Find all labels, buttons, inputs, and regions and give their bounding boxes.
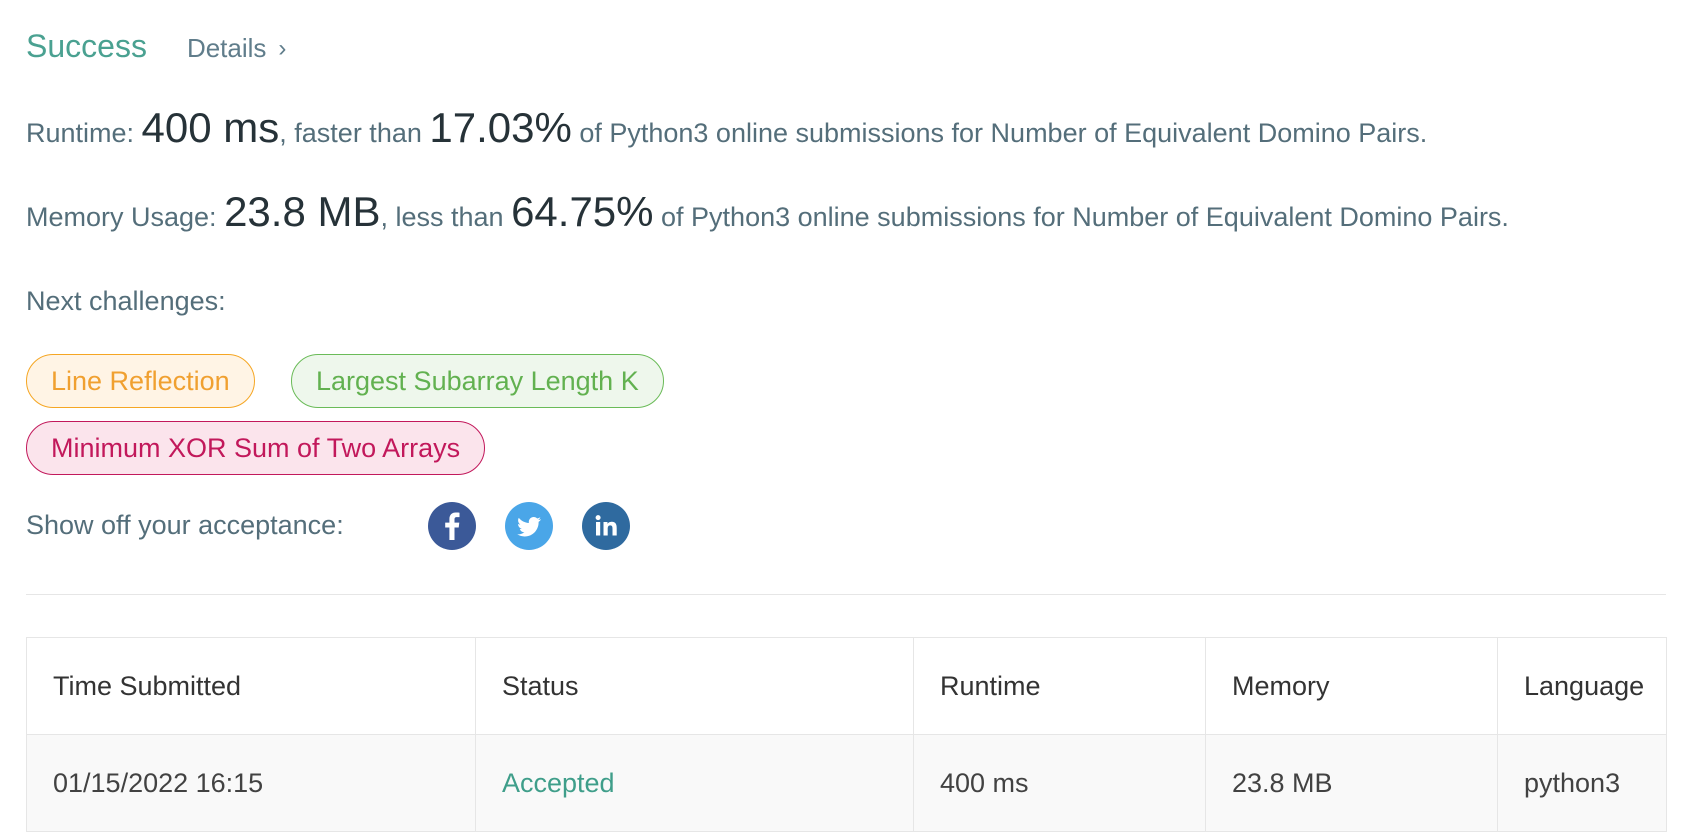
runtime-stat: Runtime: 400 ms, faster than 17.03% of P… [26, 104, 1427, 152]
cell-status: Accepted [475, 734, 914, 832]
cell-memory: 23.8 MB [1205, 734, 1498, 832]
share-label: Show off your acceptance: [26, 509, 344, 540]
result-header: Success Details › [26, 28, 286, 65]
header-runtime: Runtime [913, 637, 1206, 735]
cell-language: python3 [1497, 734, 1667, 832]
challenge-tag-largest-subarray[interactable]: Largest Subarray Length K [291, 354, 664, 408]
runtime-value: 400 ms [141, 104, 280, 151]
memory-stat: Memory Usage: 23.8 MB, less than 64.75% … [26, 188, 1509, 236]
runtime-middle: , faster than [279, 118, 430, 148]
runtime-prefix: Runtime: [26, 118, 142, 148]
chevron-right-icon: › [278, 34, 287, 62]
next-challenges-label: Next challenges: [26, 286, 226, 316]
header-language: Language [1497, 637, 1667, 735]
submissions-table: Time Submitted Status Runtime Memory Lan… [26, 637, 1667, 832]
header-memory: Memory [1205, 637, 1498, 735]
challenge-tag-line-reflection[interactable]: Line Reflection [26, 354, 255, 408]
cell-runtime: 400 ms [913, 734, 1206, 832]
memory-prefix: Memory Usage: [26, 202, 225, 232]
facebook-glyph [445, 512, 460, 540]
challenge-tag-minimum-xor[interactable]: Minimum XOR Sum of Two Arrays [26, 421, 486, 475]
table-row: 01/15/2022 16:15 Accepted 400 ms 23.8 MB… [26, 734, 1667, 832]
table-header-row: Time Submitted Status Runtime Memory Lan… [26, 637, 1667, 735]
section-divider [26, 594, 1666, 595]
header-status: Status [475, 637, 914, 735]
runtime-percent: 17.03% [429, 104, 572, 151]
runtime-suffix: of Python3 online submissions for Number… [571, 118, 1428, 148]
details-label: Details [186, 33, 267, 63]
memory-middle: , less than [380, 202, 512, 232]
linkedin-glyph [595, 515, 617, 536]
success-status: Success [26, 28, 147, 64]
header-time-submitted: Time Submitted [26, 637, 476, 735]
memory-value: 23.8 MB [224, 188, 381, 235]
memory-percent: 64.75% [511, 188, 654, 235]
accepted-status-link[interactable]: Accepted [502, 768, 615, 798]
twitter-icon[interactable] [505, 502, 553, 550]
details-link[interactable]: Details › [187, 33, 286, 64]
facebook-icon[interactable] [428, 502, 476, 550]
twitter-glyph [517, 517, 541, 537]
share-row: Show off your acceptance: [26, 500, 344, 550]
memory-suffix: of Python3 online submissions for Number… [653, 202, 1509, 232]
linkedin-icon[interactable] [582, 502, 630, 550]
cell-time-submitted: 01/15/2022 16:15 [26, 734, 476, 832]
